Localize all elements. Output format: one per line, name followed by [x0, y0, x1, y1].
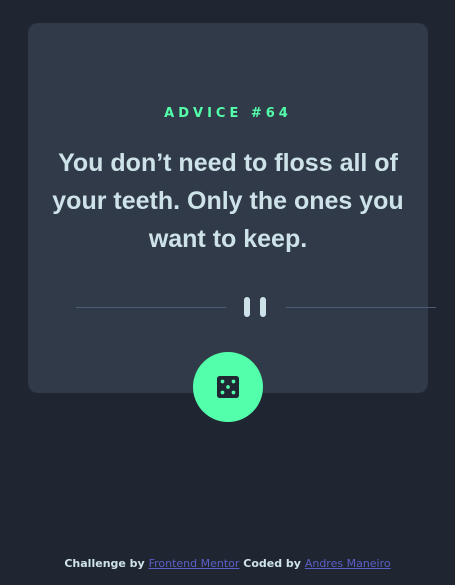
challenge-prefix: Challenge by — [64, 557, 145, 570]
divider-line-left — [76, 307, 226, 308]
pause-bar-left — [244, 297, 250, 317]
advice-card: ADVICE #64 You don’t need to floss all o… — [28, 23, 436, 393]
advice-quote: You don’t need to floss all of your teet… — [52, 149, 404, 253]
advice-id: ADVICE #64 — [164, 106, 292, 121]
attribution: Challenge by Frontend Mentor Coded by An… — [0, 557, 455, 570]
coded-prefix: Coded by — [243, 557, 301, 570]
new-advice-button[interactable] — [193, 352, 263, 422]
author-link[interactable]: Andres Maneiro — [305, 557, 391, 570]
dice-icon — [217, 376, 239, 398]
pause-bar-right — [260, 297, 266, 317]
frontend-mentor-link[interactable]: Frontend Mentor — [149, 557, 240, 570]
pause-icon — [244, 297, 268, 317]
pattern-divider — [76, 297, 436, 327]
divider-line-right — [286, 307, 436, 308]
